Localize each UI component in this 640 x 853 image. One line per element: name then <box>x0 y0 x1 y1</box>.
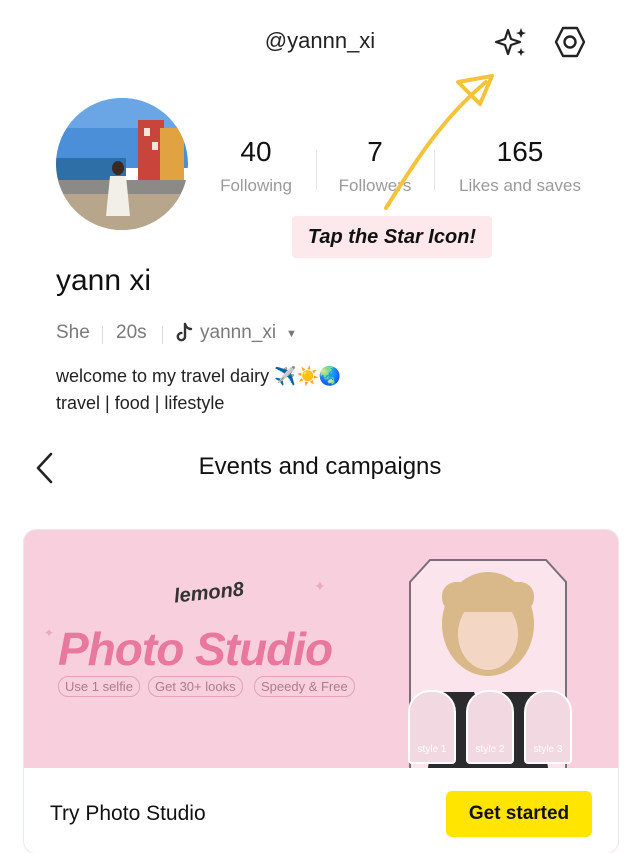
meta-divider <box>162 326 163 344</box>
feature-pill: Get 30+ looks <box>148 676 243 697</box>
sparkle-decoration-icon: ✦ <box>44 626 55 640</box>
style-label: style 1 <box>417 744 447 755</box>
pronoun-tag: She <box>56 322 90 343</box>
events-title: Events and campaigns <box>198 453 442 480</box>
sparkle-icon[interactable] <box>488 22 532 62</box>
stat-divider <box>316 150 317 190</box>
annotation-arrow-icon <box>384 74 494 210</box>
style-label: style 3 <box>533 744 563 755</box>
get-started-button[interactable]: Get started <box>446 791 592 837</box>
photo-studio-card[interactable]: lemon8 ✦ ✦ Photo Studio Use 1 selfie Get… <box>24 530 618 853</box>
bio-line: welcome to my travel dairy ✈️☀️🌏 <box>56 366 342 386</box>
settings-icon[interactable] <box>548 22 592 62</box>
photo-studio-title: Photo Studio <box>58 623 333 675</box>
feature-pill: Speedy & Free <box>254 676 355 697</box>
tiktok-handle-link[interactable]: yannn_xi <box>200 322 276 344</box>
display-name: yann xi <box>56 264 152 297</box>
profile-username: @yannn_xi <box>264 28 376 53</box>
brand-logo: lemon8 <box>172 578 245 608</box>
try-photo-studio-text: Try Photo Studio <box>50 802 206 825</box>
following-label[interactable]: Following <box>206 176 306 196</box>
tiktok-icon <box>174 322 196 344</box>
feature-pill: Use 1 selfie <box>58 676 140 697</box>
tap-star-annotation: Tap the Star Icon! <box>292 216 492 258</box>
photo-studio-banner[interactable]: lemon8 ✦ ✦ Photo Studio Use 1 selfie Get… <box>24 530 618 768</box>
age-tag: 20s <box>116 322 147 343</box>
bio-line: travel | food | lifestyle <box>56 393 225 413</box>
sparkle-decoration-icon: ✦ <box>314 578 326 594</box>
caret-down-icon[interactable]: ▼ <box>286 328 297 340</box>
style-label: style 2 <box>475 744 505 755</box>
avatar[interactable] <box>56 98 188 230</box>
following-count[interactable]: 40 <box>216 136 296 168</box>
meta-divider <box>102 326 103 344</box>
